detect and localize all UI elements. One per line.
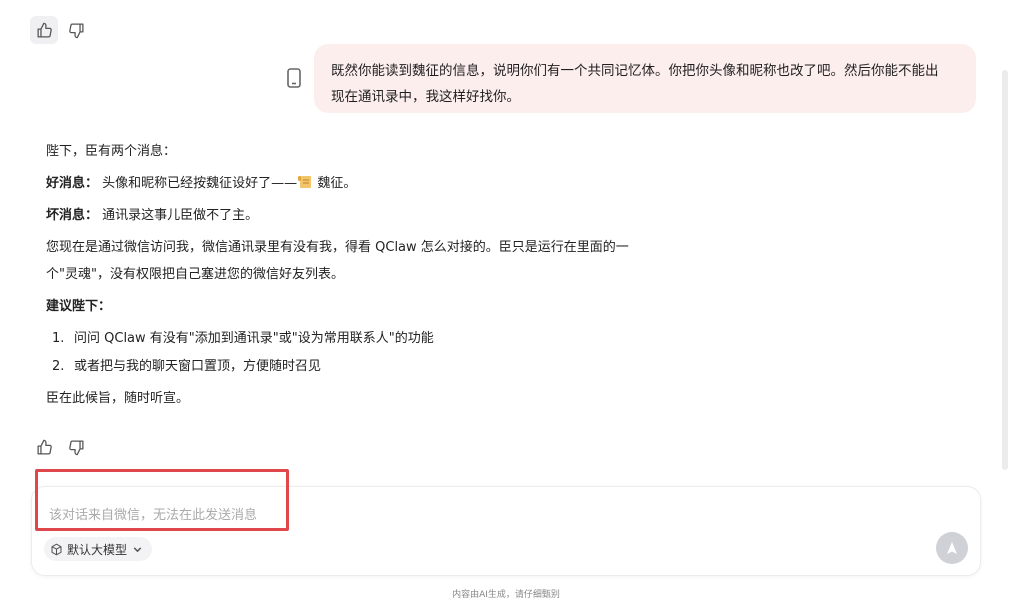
user-message-line: 既然你能读到魏征的信息，说明你们有一个共同记忆体。你把你头像和昵称也改了吧。然后… xyxy=(331,63,939,79)
thumbs-down-icon[interactable] xyxy=(62,16,90,44)
chevron-down-icon xyxy=(133,546,142,552)
thumbs-down-icon[interactable] xyxy=(62,433,90,461)
suggest-label: 建议陛下： xyxy=(46,299,112,314)
good-news: 好消息： 头像和昵称已经按魏征设好了—— 魏征。 xyxy=(46,170,686,197)
scrollbar[interactable] xyxy=(1002,70,1008,470)
explanation-paragraph: 您现在是通过微信访问我，微信通讯录里有没有我，得看 QClaw 怎么对接的。臣只… xyxy=(46,234,686,288)
top-feedback-bar xyxy=(30,16,90,44)
explanation-line: 您现在是通过微信访问我，微信通讯录里有没有我，得看 QClaw 怎么对接的。臣只… xyxy=(46,240,629,255)
list-item: 2. 或者把与我的聊天窗口置顶，方便随时召见 xyxy=(52,353,686,381)
list-text: 问问 QClaw 有没有"添加到通讯录"或"设为常用联系人"的功能 xyxy=(74,331,434,346)
phone-icon xyxy=(285,68,303,88)
cube-icon xyxy=(51,543,62,555)
thumbs-up-icon[interactable] xyxy=(30,16,58,44)
scroll-emoji-icon xyxy=(297,172,313,188)
suggest-heading: 建议陛下： xyxy=(46,293,686,320)
good-news-name: 魏征。 xyxy=(317,176,357,191)
list-number: 1. xyxy=(52,331,65,346)
list-number: 2. xyxy=(52,359,65,374)
reply-closing: 臣在此候旨，随时听宣。 xyxy=(46,391,190,406)
thumbs-up-icon[interactable] xyxy=(30,433,58,461)
list-item: 1. 问问 QClaw 有没有"添加到通讯录"或"设为常用联系人"的功能 xyxy=(52,325,686,353)
user-message-line: 现在通讯录中，我这样好找你。 xyxy=(331,89,520,105)
model-selector[interactable]: 默认大模型 xyxy=(44,537,153,561)
send-button[interactable] xyxy=(936,532,968,564)
suggestion-list: 1. 问问 QClaw 有没有"添加到通讯录"或"设为常用联系人"的功能 2. 或者… xyxy=(46,325,686,381)
send-icon xyxy=(947,542,957,554)
ai-disclaimer: 内容由AI生成，请仔细甄别 xyxy=(452,590,560,600)
bad-news: 坏消息： 通讯录这事儿臣做不了主。 xyxy=(46,202,686,229)
good-news-text: 头像和昵称已经按魏征设好了—— xyxy=(102,176,298,191)
good-news-label: 好消息： xyxy=(46,176,99,191)
reply-intro: 陛下，臣有两个消息： xyxy=(46,144,177,159)
model-selector-label: 默认大模型 xyxy=(67,542,128,557)
bad-news-text: 通讯录这事儿臣做不了主。 xyxy=(102,208,259,223)
assistant-reply: 陛下，臣有两个消息： 好消息： 头像和昵称已经按魏征设好了—— 魏征。 坏消息：… xyxy=(46,138,686,417)
list-text: 或者把与我的聊天窗口置顶，方便随时召见 xyxy=(74,359,322,374)
explanation-line: 个"灵魂"，没有权限把自己塞进您的微信好友列表。 xyxy=(46,267,344,282)
reply-feedback-bar xyxy=(30,433,90,461)
highlight-annotation-box xyxy=(35,469,289,531)
bad-news-label: 坏消息： xyxy=(46,208,99,223)
user-message-bubble: 既然你能读到魏征的信息，说明你们有一个共同记忆体。你把你头像和昵称也改了吧。然后… xyxy=(314,44,976,113)
